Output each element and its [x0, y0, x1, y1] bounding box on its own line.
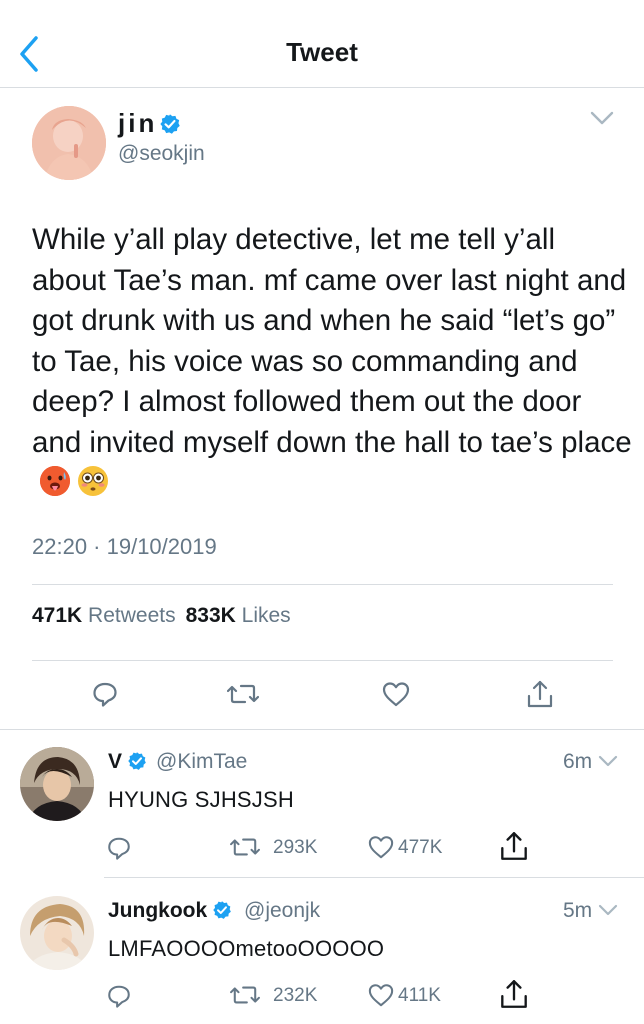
retweet-button[interactable] [230, 834, 260, 865]
reply-like-count: 411K [398, 985, 441, 1006]
heart-icon [382, 682, 410, 707]
like-button[interactable] [367, 834, 395, 865]
reply-icon [108, 837, 130, 860]
reply-author-handle[interactable]: @KimTae [156, 750, 247, 774]
retweet-icon [230, 838, 260, 856]
profile-photo [20, 896, 94, 970]
heart-icon [368, 984, 394, 1007]
author-name-text: jin [118, 108, 158, 138]
flushed-face-emoji-icon [76, 464, 110, 498]
reply-retweet-count: 232K [273, 985, 318, 1006]
retweet-button[interactable] [230, 982, 260, 1013]
reply-icon [108, 985, 130, 1008]
divider [32, 584, 613, 585]
like-button[interactable] [381, 680, 411, 713]
reply-author-name-text: Jungkook [108, 899, 208, 922]
divider [32, 660, 613, 661]
tweet-timestamp[interactable]: 22:20 · 19/10/2019 [32, 534, 217, 560]
reply-like-count: 477K [398, 837, 443, 858]
heart-icon [368, 836, 394, 859]
reply-retweet-count: 293K [273, 837, 318, 858]
retweets-stat[interactable]: 471K Retweets [32, 604, 176, 627]
chevron-down-icon [598, 904, 618, 916]
author-handle[interactable]: @seokjin [118, 142, 205, 166]
reply-menu-button[interactable] [597, 752, 619, 770]
share-button[interactable] [497, 829, 531, 868]
retweets-label: Retweets [88, 604, 176, 627]
reply-text: HYUNG SJHSJSH [108, 787, 294, 812]
divider [104, 877, 644, 878]
retweet-icon [226, 684, 260, 704]
reply-icon [93, 682, 117, 707]
tweet-menu-button[interactable] [588, 108, 616, 128]
share-icon [501, 832, 527, 860]
retweet-button[interactable] [226, 680, 260, 713]
page-title: Tweet [286, 37, 358, 67]
reply-avatar[interactable] [20, 747, 94, 821]
share-button[interactable] [497, 977, 531, 1016]
chevron-down-icon [598, 755, 618, 767]
divider [0, 729, 644, 730]
nav-bar: Tweet [0, 0, 644, 88]
chevron-down-icon [590, 111, 614, 125]
share-button[interactable] [526, 678, 554, 715]
share-icon [527, 680, 553, 708]
reply-timestamp: 5m [563, 899, 593, 922]
profile-photo [20, 747, 94, 821]
likes-stat[interactable]: 833K Likes [186, 604, 291, 627]
reply-timestamp: 6m [563, 750, 593, 773]
reply-avatar[interactable] [20, 896, 94, 970]
reply-author-name-text: V [108, 750, 123, 773]
retweet-icon [230, 986, 260, 1004]
tweet-stats: 471K Retweets 833K Likes [32, 604, 291, 628]
hot-face-emoji-icon [38, 464, 72, 498]
reply-author-name[interactable]: Jungkook [108, 899, 232, 923]
reply-author-handle[interactable]: @jeonjk [244, 899, 320, 923]
profile-photo [32, 106, 106, 180]
author-name[interactable]: jin [118, 108, 181, 139]
tweet-body: While y’all play detective, let me tell … [32, 223, 632, 459]
reply-text: LMFAOOOOmetooOOOOO [108, 936, 385, 961]
likes-count: 833K [185, 604, 236, 627]
tweet-text: While y’all play detective, let me tell … [32, 220, 632, 504]
verified-badge-icon [160, 114, 181, 134]
verified-badge-icon [128, 752, 146, 770]
likes-label: Likes [241, 604, 291, 627]
reply-author-name[interactable]: V [108, 750, 147, 774]
avatar[interactable] [32, 106, 106, 180]
reply-menu-button[interactable] [597, 901, 619, 919]
verified-badge-icon [213, 901, 232, 919]
retweets-count: 471K [32, 604, 83, 627]
reply-button[interactable] [91, 680, 119, 713]
like-button[interactable] [367, 982, 395, 1013]
reply-button[interactable] [106, 835, 132, 866]
share-icon [501, 980, 527, 1008]
reply-button[interactable] [106, 983, 132, 1014]
